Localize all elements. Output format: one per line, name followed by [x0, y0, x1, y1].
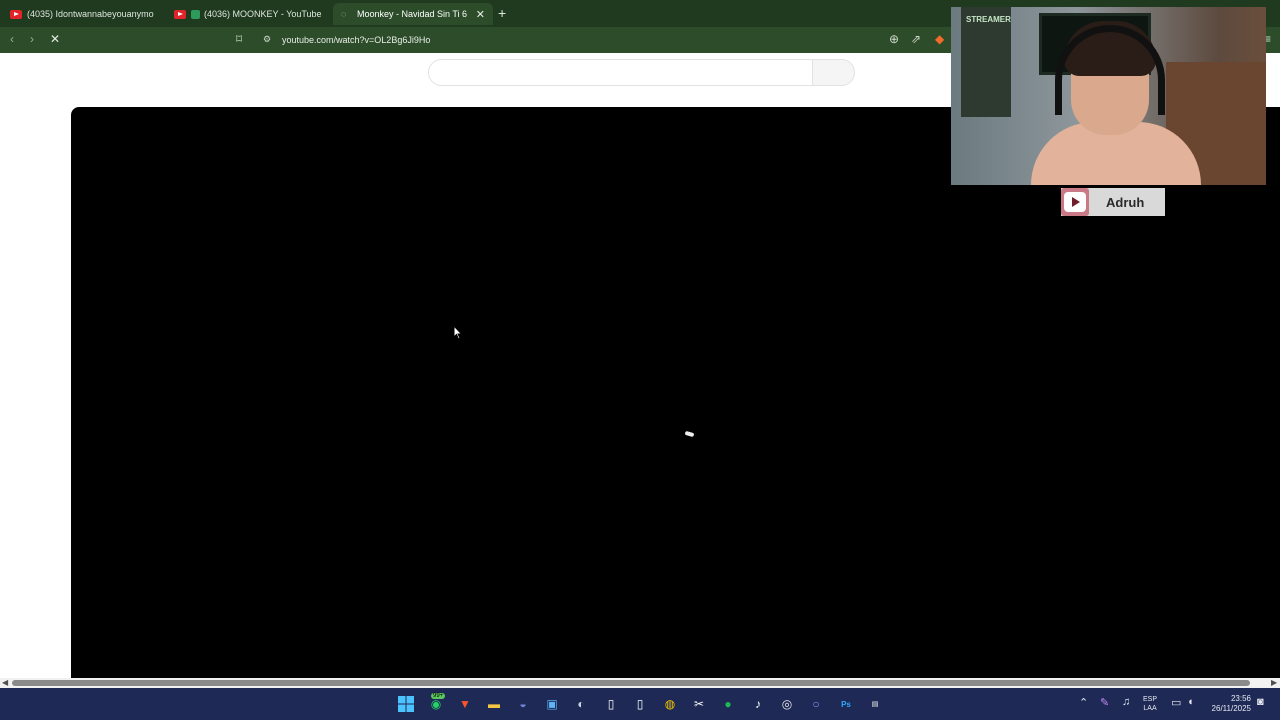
file-explorer-icon[interactable]: ▬ — [484, 694, 504, 714]
discord-icon[interactable]: ◒ — [513, 694, 533, 714]
youtube-icon — [10, 9, 22, 19]
language-layout: LAA — [1143, 705, 1157, 712]
share-icon[interactable]: ⇗ — [911, 32, 921, 46]
stop-loading-icon[interactable]: ✕ — [50, 32, 60, 46]
close-tab-icon[interactable]: ✕ — [476, 8, 485, 21]
search-input[interactable] — [428, 59, 813, 86]
site-settings-icon[interactable]: ⚙ — [263, 34, 271, 45]
tab-youtube-1[interactable]: (4035) Idontwannabeyouanymore Co — [2, 3, 162, 25]
scrollbar-thumb[interactable] — [12, 680, 1250, 686]
network-icon[interactable]: ▭ — [1171, 696, 1181, 709]
microphone-icon[interactable]: ♫ — [1122, 696, 1130, 708]
language-indicator[interactable]: ESP LAA — [1143, 695, 1157, 713]
tiktok-icon[interactable]: ♪ — [748, 694, 768, 714]
search-button[interactable] — [812, 59, 855, 86]
youtube-icon — [1061, 188, 1089, 216]
channel-name: Adruh — [1106, 194, 1145, 210]
new-tab-button[interactable]: + — [498, 5, 506, 21]
tab-active-video[interactable]: ◌ Moonkey - Navidad Sin Ti 6 - Yo ✕ — [333, 3, 493, 25]
screen: (4035) Idontwannabeyouanymore Co (4036) … — [0, 0, 1280, 720]
copilot-icon[interactable]: ○ — [806, 694, 826, 714]
photoshop-icon[interactable]: Ps — [836, 694, 856, 714]
whatsapp-badge: 99+ — [431, 693, 446, 699]
notification-icon[interactable]: ◙ — [1257, 696, 1264, 708]
scroll-left-icon[interactable]: ◀ — [2, 678, 8, 688]
back-arrow-icon[interactable]: ‹ — [10, 32, 14, 46]
tab-title: (4036) MOONKEY - YouTube — [204, 9, 322, 19]
brave-shield-icon[interactable]: ◆ — [935, 32, 944, 46]
webcam-overlay: STREAMER — [951, 7, 1266, 185]
loading-icon: ◌ — [341, 9, 347, 19]
pen-icon[interactable]: ✎ — [1100, 696, 1109, 709]
capcut-icon[interactable]: ✂ — [689, 694, 709, 714]
document-icon[interactable]: ▯ — [601, 694, 621, 714]
show-hidden-icons-icon[interactable]: ⌃ — [1079, 696, 1088, 709]
youtube-icon — [174, 9, 186, 19]
zoom-icon[interactable]: ⊕ — [889, 32, 899, 46]
bookmark-icon[interactable]: ⌑ — [236, 32, 242, 46]
tab-title: Moonkey - Navidad Sin Ti 6 - Yo — [357, 9, 468, 19]
scroll-right-icon[interactable]: ▶ — [1271, 678, 1277, 688]
steam-icon[interactable]: ◐ — [571, 694, 591, 714]
tab-title: (4035) Idontwannabeyouanymore Co — [27, 9, 154, 19]
clock-time: 23:56 — [1230, 694, 1251, 703]
taskbar: ◉ ▼ ▬ ◒ ▣ ◐ ▯ ▯ ◍ ✂ ● ♪ ◎ ○ Ps ▤ ⌃ ✎ ♫ E… — [0, 688, 1280, 720]
url-text: youtube.com/watch?v=OL2Bg6Ji9Ho — [282, 35, 431, 45]
address-bar[interactable]: ⚙ youtube.com/watch?v=OL2Bg6Ji9Ho — [255, 30, 955, 50]
horizontal-scrollbar[interactable]: ◀ ▶ — [0, 678, 1280, 688]
forward-arrow-icon[interactable]: › — [30, 32, 34, 46]
tab-youtube-2[interactable]: (4036) MOONKEY - YouTube — [166, 3, 331, 25]
channel-badge: Adruh — [1061, 188, 1165, 216]
extension-icon — [191, 9, 200, 19]
spotify-icon[interactable]: ● — [718, 694, 738, 714]
photos-icon[interactable]: ▣ — [542, 694, 562, 714]
clock-date: 26/11/2025 — [1211, 704, 1251, 713]
volume-icon[interactable]: ◖ — [1187, 696, 1194, 708]
brave-icon[interactable]: ▼ — [455, 694, 475, 714]
pronote-icon[interactable]: ◍ — [660, 694, 680, 714]
chrome-icon[interactable]: ◎ — [777, 694, 797, 714]
document-icon[interactable]: ▯ — [630, 694, 650, 714]
epic-games-icon[interactable]: ▤ — [865, 694, 885, 714]
clock[interactable]: 23:56 26/11/2025 — [1205, 694, 1251, 714]
language-code: ESP — [1143, 696, 1158, 703]
cam-poster-text: STREAMER — [966, 15, 1011, 24]
windows-start-icon[interactable] — [396, 694, 416, 714]
